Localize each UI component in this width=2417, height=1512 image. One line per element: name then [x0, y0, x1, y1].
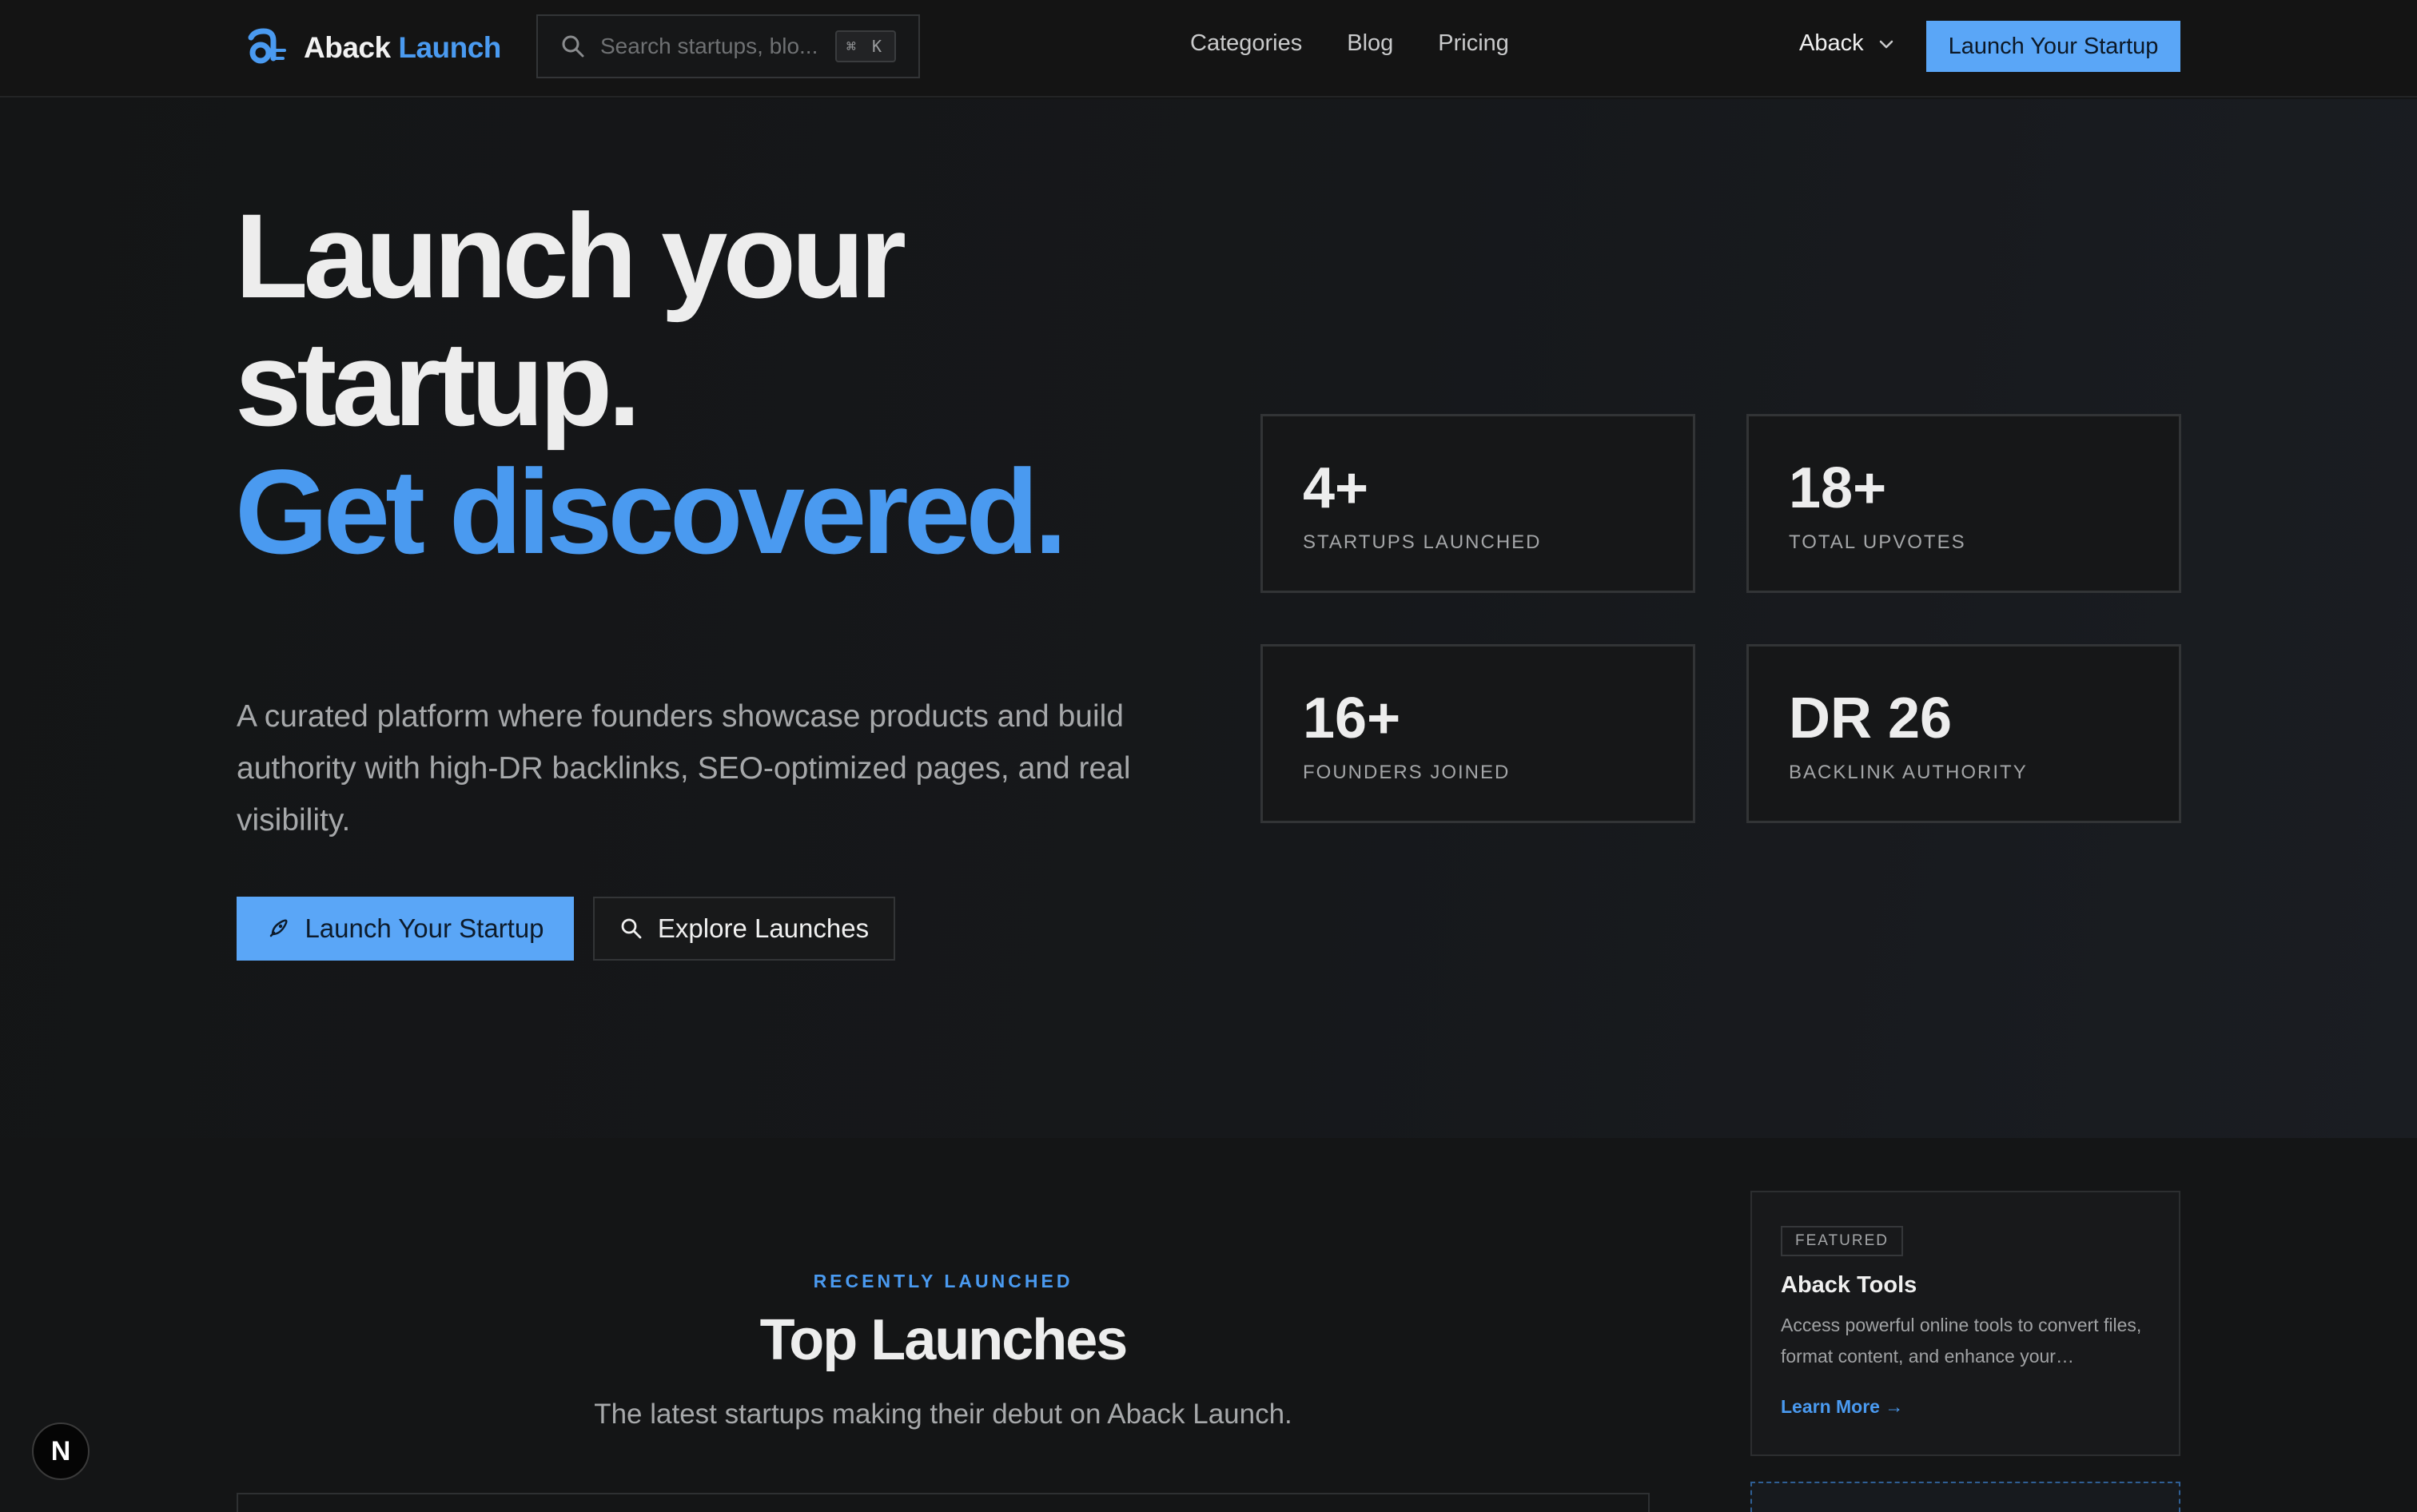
rocket-icon — [270, 919, 289, 937]
section-subtitle: The latest startups making their debut o… — [594, 1399, 1292, 1430]
brand-logo[interactable]: Aback Launch — [243, 24, 501, 72]
hero-title-line-3: Get discovered. — [235, 444, 1067, 579]
stat-card-upvotes: 18+ TOTAL UPVOTES — [1746, 414, 2181, 593]
stat-value: 16+ — [1303, 686, 1401, 750]
stat-label: FOUNDERS JOINED — [1303, 762, 1511, 783]
stat-value: DR 26 — [1789, 686, 1953, 750]
stat-card-startups: 4+ STARTUPS LAUNCHED — [1260, 414, 1695, 593]
account-menu[interactable]: Aback — [1799, 30, 1896, 57]
stat-label: STARTUPS LAUNCHED — [1303, 531, 1542, 553]
featured-card[interactable]: FEATURED Aback Tools Access powerful onl… — [1750, 1191, 2180, 1456]
brand-name: Aback Launch — [304, 31, 501, 65]
nav-link-categories[interactable]: Categories — [1190, 30, 1302, 57]
stat-value: 4+ — [1303, 456, 1369, 520]
ad-slot-card[interactable] — [1750, 1482, 2180, 1512]
hero-title-line-2: startup. — [235, 316, 641, 451]
learn-more-link[interactable]: Learn More → — [1781, 1396, 1903, 1418]
search-shortcut-badge: ⌘ K — [834, 30, 896, 62]
hero-title-line-1: Launch your — [235, 189, 906, 323]
brand-word-2: Launch — [398, 31, 501, 64]
stat-value: 18+ — [1789, 456, 1887, 520]
top-navbar: Aback Launch Search startups, blo... ⌘ K… — [0, 0, 2417, 97]
stat-label: BACKLINK AUTHORITY — [1789, 762, 2028, 783]
featured-description: Access powerful online tools to convert … — [1781, 1315, 2142, 1367]
brand-word-1: Aback — [304, 31, 391, 64]
launch-list — [237, 1493, 1650, 1512]
dev-tools-badge[interactable]: N — [32, 1422, 90, 1480]
search-icon — [562, 35, 584, 58]
chevron-down-icon — [1879, 40, 1893, 48]
search-input[interactable]: Search startups, blo... ⌘ K — [536, 14, 920, 78]
search-icon — [621, 918, 642, 939]
section-eyebrow: RECENTLY LAUNCHED — [813, 1271, 1073, 1291]
featured-title: Aback Tools — [1781, 1272, 1917, 1298]
launch-startup-button[interactable]: Launch Your Startup — [237, 897, 574, 961]
featured-badge: FEATURED — [1781, 1226, 1903, 1256]
explore-launches-button[interactable]: Explore Launches — [593, 897, 895, 961]
account-label: Aback — [1799, 30, 1864, 56]
aback-logo-icon — [248, 28, 286, 64]
launch-startup-header-button[interactable]: Launch Your Startup — [1926, 21, 2180, 72]
stat-card-founders: 16+ FOUNDERS JOINED — [1260, 644, 1695, 823]
hero-headline: Launch your startup. Get discovered. — [235, 192, 1194, 575]
stat-label: TOTAL UPVOTES — [1789, 531, 1966, 553]
explore-launches-button-label: Explore Launches — [657, 913, 870, 943]
hero-description: A curated platform where founders showca… — [237, 699, 1131, 838]
section-title: Top Launches — [759, 1308, 1129, 1372]
stat-card-backlink-authority: DR 26 BACKLINK AUTHORITY — [1746, 644, 2181, 823]
nav-link-pricing[interactable]: Pricing — [1438, 30, 1509, 57]
nav-link-blog[interactable]: Blog — [1347, 30, 1393, 57]
search-placeholder: Search startups, blo... — [600, 34, 818, 58]
main-nav: Categories Blog Pricing — [1190, 30, 1509, 57]
launch-startup-button-label: Launch Your Startup — [305, 913, 544, 943]
